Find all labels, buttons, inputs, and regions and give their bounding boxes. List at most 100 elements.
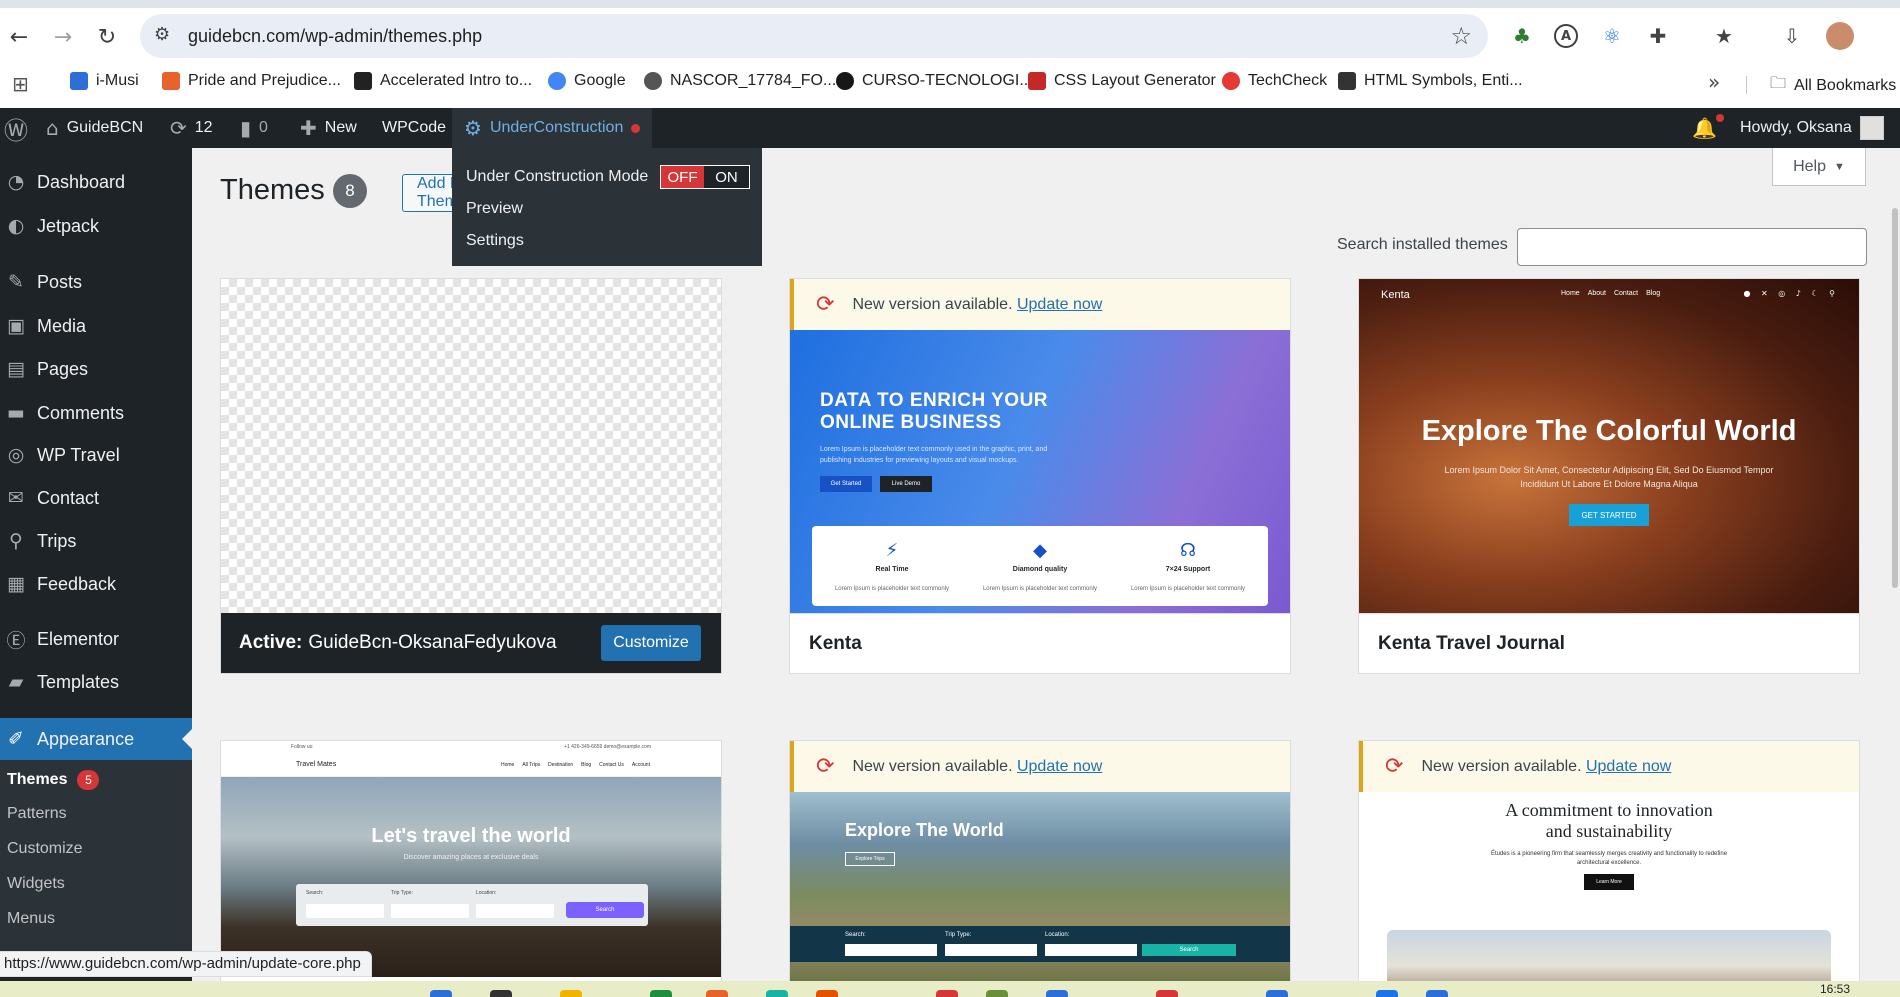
search-icon[interactable]	[490, 990, 512, 997]
shot-button: Live Demo	[880, 476, 932, 492]
app-icon[interactable]	[986, 990, 1008, 997]
submenu-customize[interactable]: Customize	[7, 840, 83, 858]
app-icon[interactable]	[1046, 990, 1068, 997]
bookmark-item[interactable]: Pride and Prejudice...	[162, 72, 341, 90]
explorer-icon[interactable]	[560, 990, 582, 997]
bookmark-item[interactable]: i-Musi	[70, 72, 139, 90]
reload-button[interactable]: ↻	[90, 20, 124, 54]
wpcode-link[interactable]: WPCode	[382, 108, 446, 148]
comments-link[interactable]: ▮ 0	[240, 108, 268, 148]
bookmark-item[interactable]: NASCOR_17784_FO...	[644, 72, 836, 90]
bookmark-item[interactable]: CURSO-TECNOLOGI...	[836, 72, 1033, 90]
menu-templates[interactable]: ▰ Templates	[0, 664, 192, 700]
bookmark-star-icon[interactable]: ☆	[1450, 22, 1472, 50]
folder-icon: 🗀	[1770, 73, 1787, 92]
app-icon[interactable]	[1266, 990, 1288, 997]
notifications-link[interactable]: 🔔	[1692, 108, 1717, 148]
menu-jetpack[interactable]: ◐ Jetpack	[0, 208, 192, 244]
start-icon[interactable]	[430, 990, 452, 997]
shot-nav-item: Destination	[548, 762, 574, 768]
search-label: Search installed themes	[1337, 236, 1508, 253]
profile-avatar[interactable]	[1826, 22, 1854, 50]
toggle-off[interactable]: OFF	[661, 166, 705, 188]
appearance-submenu: Themes 5 Patterns Customize Widgets Menus	[0, 760, 192, 960]
menu-dashboard[interactable]: ◔ Dashboard	[0, 164, 192, 200]
account-menu[interactable]: Howdy, Oksana	[1740, 108, 1884, 148]
menu-comments[interactable]: ▬ Comments	[0, 395, 192, 431]
theme-card-kenta[interactable]: ⟳ New version available. Update now DATA…	[789, 278, 1291, 674]
current-arrow	[182, 729, 192, 749]
search-themes-input[interactable]	[1517, 228, 1867, 266]
menu-wp-travel[interactable]: ◎ WP Travel	[0, 437, 192, 473]
bookmark-item[interactable]: TechCheck	[1222, 72, 1327, 90]
menu-posts[interactable]: ✎ Posts	[0, 264, 192, 300]
media-icon: ▣	[7, 315, 25, 337]
bookmark-item[interactable]: HTML Symbols, Enti...	[1338, 72, 1523, 90]
submenu-patterns[interactable]: Patterns	[7, 805, 67, 823]
menu-elementor[interactable]: Ⓔ Elementor	[0, 621, 192, 657]
app-icon[interactable]	[650, 990, 672, 997]
new-label: New	[324, 119, 357, 136]
menu-pages[interactable]: ▤ Pages	[0, 351, 192, 387]
update-now-link[interactable]: Update now	[1586, 758, 1671, 775]
uc-settings-link[interactable]: Settings	[466, 232, 524, 250]
bookmark-item[interactable]: CSS Layout Generator	[1028, 72, 1216, 90]
a-extension-icon[interactable]: A	[1554, 24, 1578, 48]
toggle-on[interactable]: ON	[704, 166, 749, 188]
shot-search-form: Search: Trip Type: Location: Search	[296, 884, 648, 926]
scrollbar-thumb[interactable]	[1892, 208, 1898, 588]
update-now-link[interactable]: Update now	[1017, 296, 1102, 313]
back-button[interactable]: ←	[2, 20, 36, 54]
diamond-icon: ◆	[1033, 540, 1047, 561]
html-extension-icon[interactable]: ♣	[1508, 22, 1536, 50]
bookmark-item[interactable]: Google	[548, 72, 626, 90]
menu-contact[interactable]: ✉ Contact	[0, 480, 192, 516]
site-name-link[interactable]: ⌂ GuideBCN	[46, 108, 143, 148]
app-icon[interactable]	[706, 990, 728, 997]
theme-card-kenta-travel-journal[interactable]: Kenta Home About Contact Blog ● ✕ ◎ ♪ ☾ …	[1358, 278, 1860, 674]
forward-button[interactable]: →	[46, 20, 80, 54]
update-icon: ⟳	[816, 292, 835, 317]
uc-preview-link[interactable]: Preview	[466, 200, 523, 218]
customize-button[interactable]: Customize	[601, 625, 701, 661]
menu-trips[interactable]: ⚲ Trips	[0, 523, 192, 559]
menu-appearance[interactable]: ✐ Appearance	[0, 718, 192, 760]
all-bookmarks[interactable]: 🗀 All Bookmarks	[1770, 72, 1896, 99]
app-icon[interactable]	[1156, 990, 1178, 997]
wordpress-logo[interactable]: Ⓦ	[4, 108, 28, 148]
app-icon[interactable]	[816, 990, 838, 997]
themes-count-badge: 8	[333, 174, 367, 208]
browser-chrome: ← → ↻ ⚙ guidebcn.com/wp-admin/themes.php…	[0, 0, 1900, 108]
apps-grid-icon[interactable]: ⊞	[12, 72, 29, 96]
help-tab-button[interactable]: Help ▼	[1772, 148, 1866, 186]
page-scrollbar[interactable]	[1890, 148, 1900, 981]
site-info-icon[interactable]: ⚙	[154, 24, 170, 45]
submenu-menus[interactable]: Menus	[7, 910, 55, 928]
update-icon: ⟳	[816, 754, 835, 779]
bookmark-item[interactable]: Accelerated Intro to...	[354, 72, 532, 90]
app-icon[interactable]	[1426, 990, 1448, 997]
downloads-icon[interactable]: ⇩	[1778, 22, 1806, 50]
uc-mode-toggle[interactable]: OFF ON	[660, 165, 750, 189]
more-bookmarks-icon[interactable]: »	[1708, 70, 1720, 94]
submenu-themes[interactable]: Themes 5	[7, 770, 100, 790]
updates-link[interactable]: ⟳ 12	[170, 108, 213, 148]
new-content-link[interactable]: ✚ New	[300, 108, 357, 148]
bookmark-label: Pride and Prejudice...	[188, 72, 341, 89]
app-icon[interactable]	[1376, 990, 1398, 997]
reading-list-icon[interactable]: ★	[1710, 22, 1738, 50]
menu-feedback[interactable]: ▦ Feedback	[0, 566, 192, 602]
submenu-widgets[interactable]: Widgets	[7, 875, 65, 893]
shot-field	[476, 904, 554, 918]
menu-media[interactable]: ▣ Media	[0, 308, 192, 344]
underconstruction-menu[interactable]: ⚙ UnderConstruction	[452, 108, 653, 148]
react-extension-icon[interactable]: ⚛	[1598, 22, 1626, 50]
extensions-puzzle-icon[interactable]: ✚	[1644, 22, 1672, 50]
address-bar[interactable]: ⚙ guidebcn.com/wp-admin/themes.php ☆	[140, 14, 1488, 58]
theme-card-active[interactable]: Active: GuideBcn-OksanaFedyukova Customi…	[220, 278, 722, 674]
theme-card-etudes[interactable]: ⟳ New version available. Update now A co…	[1358, 740, 1860, 997]
update-now-link[interactable]: Update now	[1017, 758, 1102, 775]
app-icon[interactable]	[766, 990, 788, 997]
app-icon[interactable]	[936, 990, 958, 997]
theme-card-explore-world[interactable]: ⟳ New version available. Update now Expl…	[789, 740, 1291, 997]
